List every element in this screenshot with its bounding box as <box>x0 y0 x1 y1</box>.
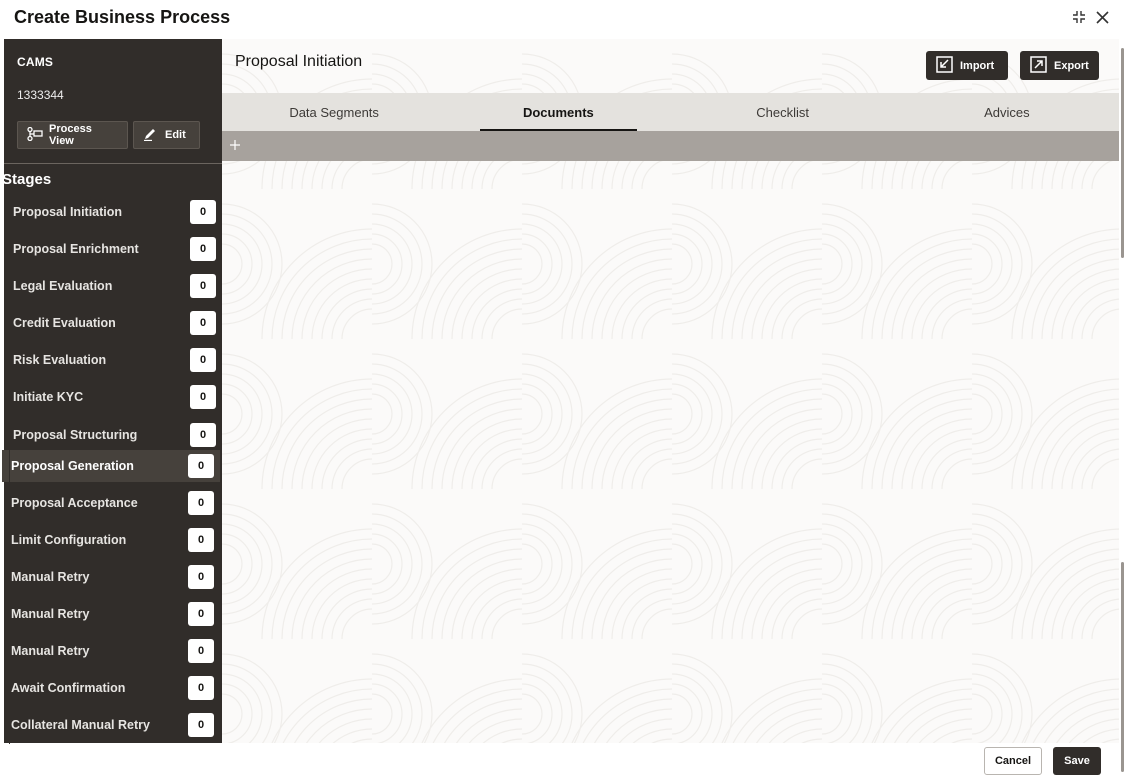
save-button[interactable]: Save <box>1053 747 1101 775</box>
stage-count-badge: 0 <box>188 491 214 515</box>
stage-count-badge: 0 <box>190 311 216 335</box>
window-title: Create Business Process <box>14 7 231 27</box>
stage-item[interactable]: Collateral Manual Retry 0 <box>2 709 220 741</box>
stages-heading: Stages <box>2 171 52 188</box>
stage-item[interactable]: Initiate KYC 0 <box>4 381 222 413</box>
stage-item[interactable]: Limit Configuration 0 <box>2 524 220 556</box>
stage-item[interactable]: Manual Retry 0 <box>2 598 220 630</box>
import-icon <box>936 55 953 76</box>
stage-label: Proposal Structuring <box>13 428 138 442</box>
window-titlebar: Create Business Process <box>0 0 1127 38</box>
stage-label: Manual Retry <box>11 644 90 658</box>
import-button[interactable]: Import <box>926 51 1008 80</box>
stage-label: Initiate KYC <box>13 390 84 404</box>
scrollbar-bottom[interactable] <box>1121 562 1124 772</box>
stage-label: Collateral Manual Retry <box>11 718 150 732</box>
cancel-button[interactable]: Cancel <box>984 747 1042 775</box>
stage-item[interactable]: Risk Evaluation 0 <box>4 344 222 376</box>
stage-count-badge: 0 <box>190 385 216 409</box>
main-panel: Proposal Initiation Import Export Data S… <box>222 39 1119 743</box>
import-label: Import <box>960 59 995 72</box>
stage-item[interactable]: Proposal Initiation 0 <box>4 196 222 228</box>
pencil-icon <box>143 127 159 144</box>
stage-label: Proposal Generation <box>11 459 134 473</box>
stage-item[interactable]: Legal Evaluation 0 <box>4 270 222 302</box>
stage-count-badge: 0 <box>188 676 214 700</box>
close-icon[interactable] <box>1093 8 1111 26</box>
stage-item[interactable]: Await Confirmation 0 <box>2 672 220 704</box>
tab-bar: Data Segments Documents Checklist Advice… <box>222 93 1119 131</box>
tab-documents[interactable]: Documents <box>446 93 670 131</box>
stage-item[interactable]: Proposal Generation 0 <box>2 450 220 482</box>
page-title: Proposal Initiation <box>235 53 363 70</box>
stage-label: Legal Evaluation <box>13 279 113 293</box>
sidebar-header: CAMS 1333344 Process View Edit <box>4 39 222 164</box>
stage-count-badge: 0 <box>190 348 216 372</box>
stage-item[interactable]: Manual Retry 0 <box>2 561 220 593</box>
compress-icon[interactable] <box>1070 8 1088 26</box>
stage-count-badge: 0 <box>188 602 214 626</box>
tab-data-segments[interactable]: Data Segments <box>222 93 446 131</box>
edit-button[interactable]: Edit <box>133 121 200 149</box>
stage-item[interactable]: Proposal Structuring 0 <box>4 419 222 451</box>
stage-label: Credit Evaluation <box>13 316 116 330</box>
sidebar: CAMS 1333344 Process View Edit Stages Pr… <box>2 39 222 743</box>
stage-count-badge: 0 <box>190 200 216 224</box>
scrollbar-top[interactable] <box>1121 48 1124 258</box>
stage-count-badge: 0 <box>190 237 216 261</box>
stage-label: Proposal Initiation <box>13 205 123 219</box>
stage-item[interactable]: Proposal Enrichment 0 <box>4 233 222 265</box>
stage-item[interactable]: Manual Retry 0 <box>2 635 220 667</box>
documents-toolbar <box>222 131 1119 161</box>
stage-count-badge: 0 <box>188 454 214 478</box>
process-view-label: Process View <box>49 123 92 147</box>
stage-count-badge: 0 <box>188 528 214 552</box>
stage-label: Proposal Enrichment <box>13 242 139 256</box>
stage-count-badge: 0 <box>188 565 214 589</box>
stage-label: Proposal Acceptance <box>11 496 138 510</box>
tab-checklist[interactable]: Checklist <box>671 93 895 131</box>
stage-count-badge: 0 <box>190 274 216 298</box>
edit-label: Edit <box>165 129 186 141</box>
stage-item[interactable]: Proposal Acceptance 0 <box>2 487 220 519</box>
stage-label: Manual Retry <box>11 570 90 584</box>
process-flow-icon <box>27 126 43 144</box>
stage-label: Manual Retry <box>11 607 90 621</box>
export-button[interactable]: Export <box>1020 51 1099 80</box>
export-label: Export <box>1054 59 1089 72</box>
stage-count-badge: 0 <box>188 713 214 737</box>
process-id: 1333344 <box>17 88 64 102</box>
stage-label: Await Confirmation <box>11 681 126 695</box>
stage-item[interactable]: Credit Evaluation 0 <box>4 307 222 339</box>
stage-label: Risk Evaluation <box>13 353 107 367</box>
plus-icon[interactable] <box>229 135 249 155</box>
stage-count-badge: 0 <box>190 423 216 447</box>
tab-advices[interactable]: Advices <box>895 93 1119 131</box>
stage-count-badge: 0 <box>188 639 214 663</box>
sidebar-edge <box>9 444 10 744</box>
export-icon <box>1030 55 1047 76</box>
org-name: CAMS <box>17 55 54 69</box>
stage-label: Limit Configuration <box>11 533 127 547</box>
process-view-button[interactable]: Process View <box>17 121 128 149</box>
